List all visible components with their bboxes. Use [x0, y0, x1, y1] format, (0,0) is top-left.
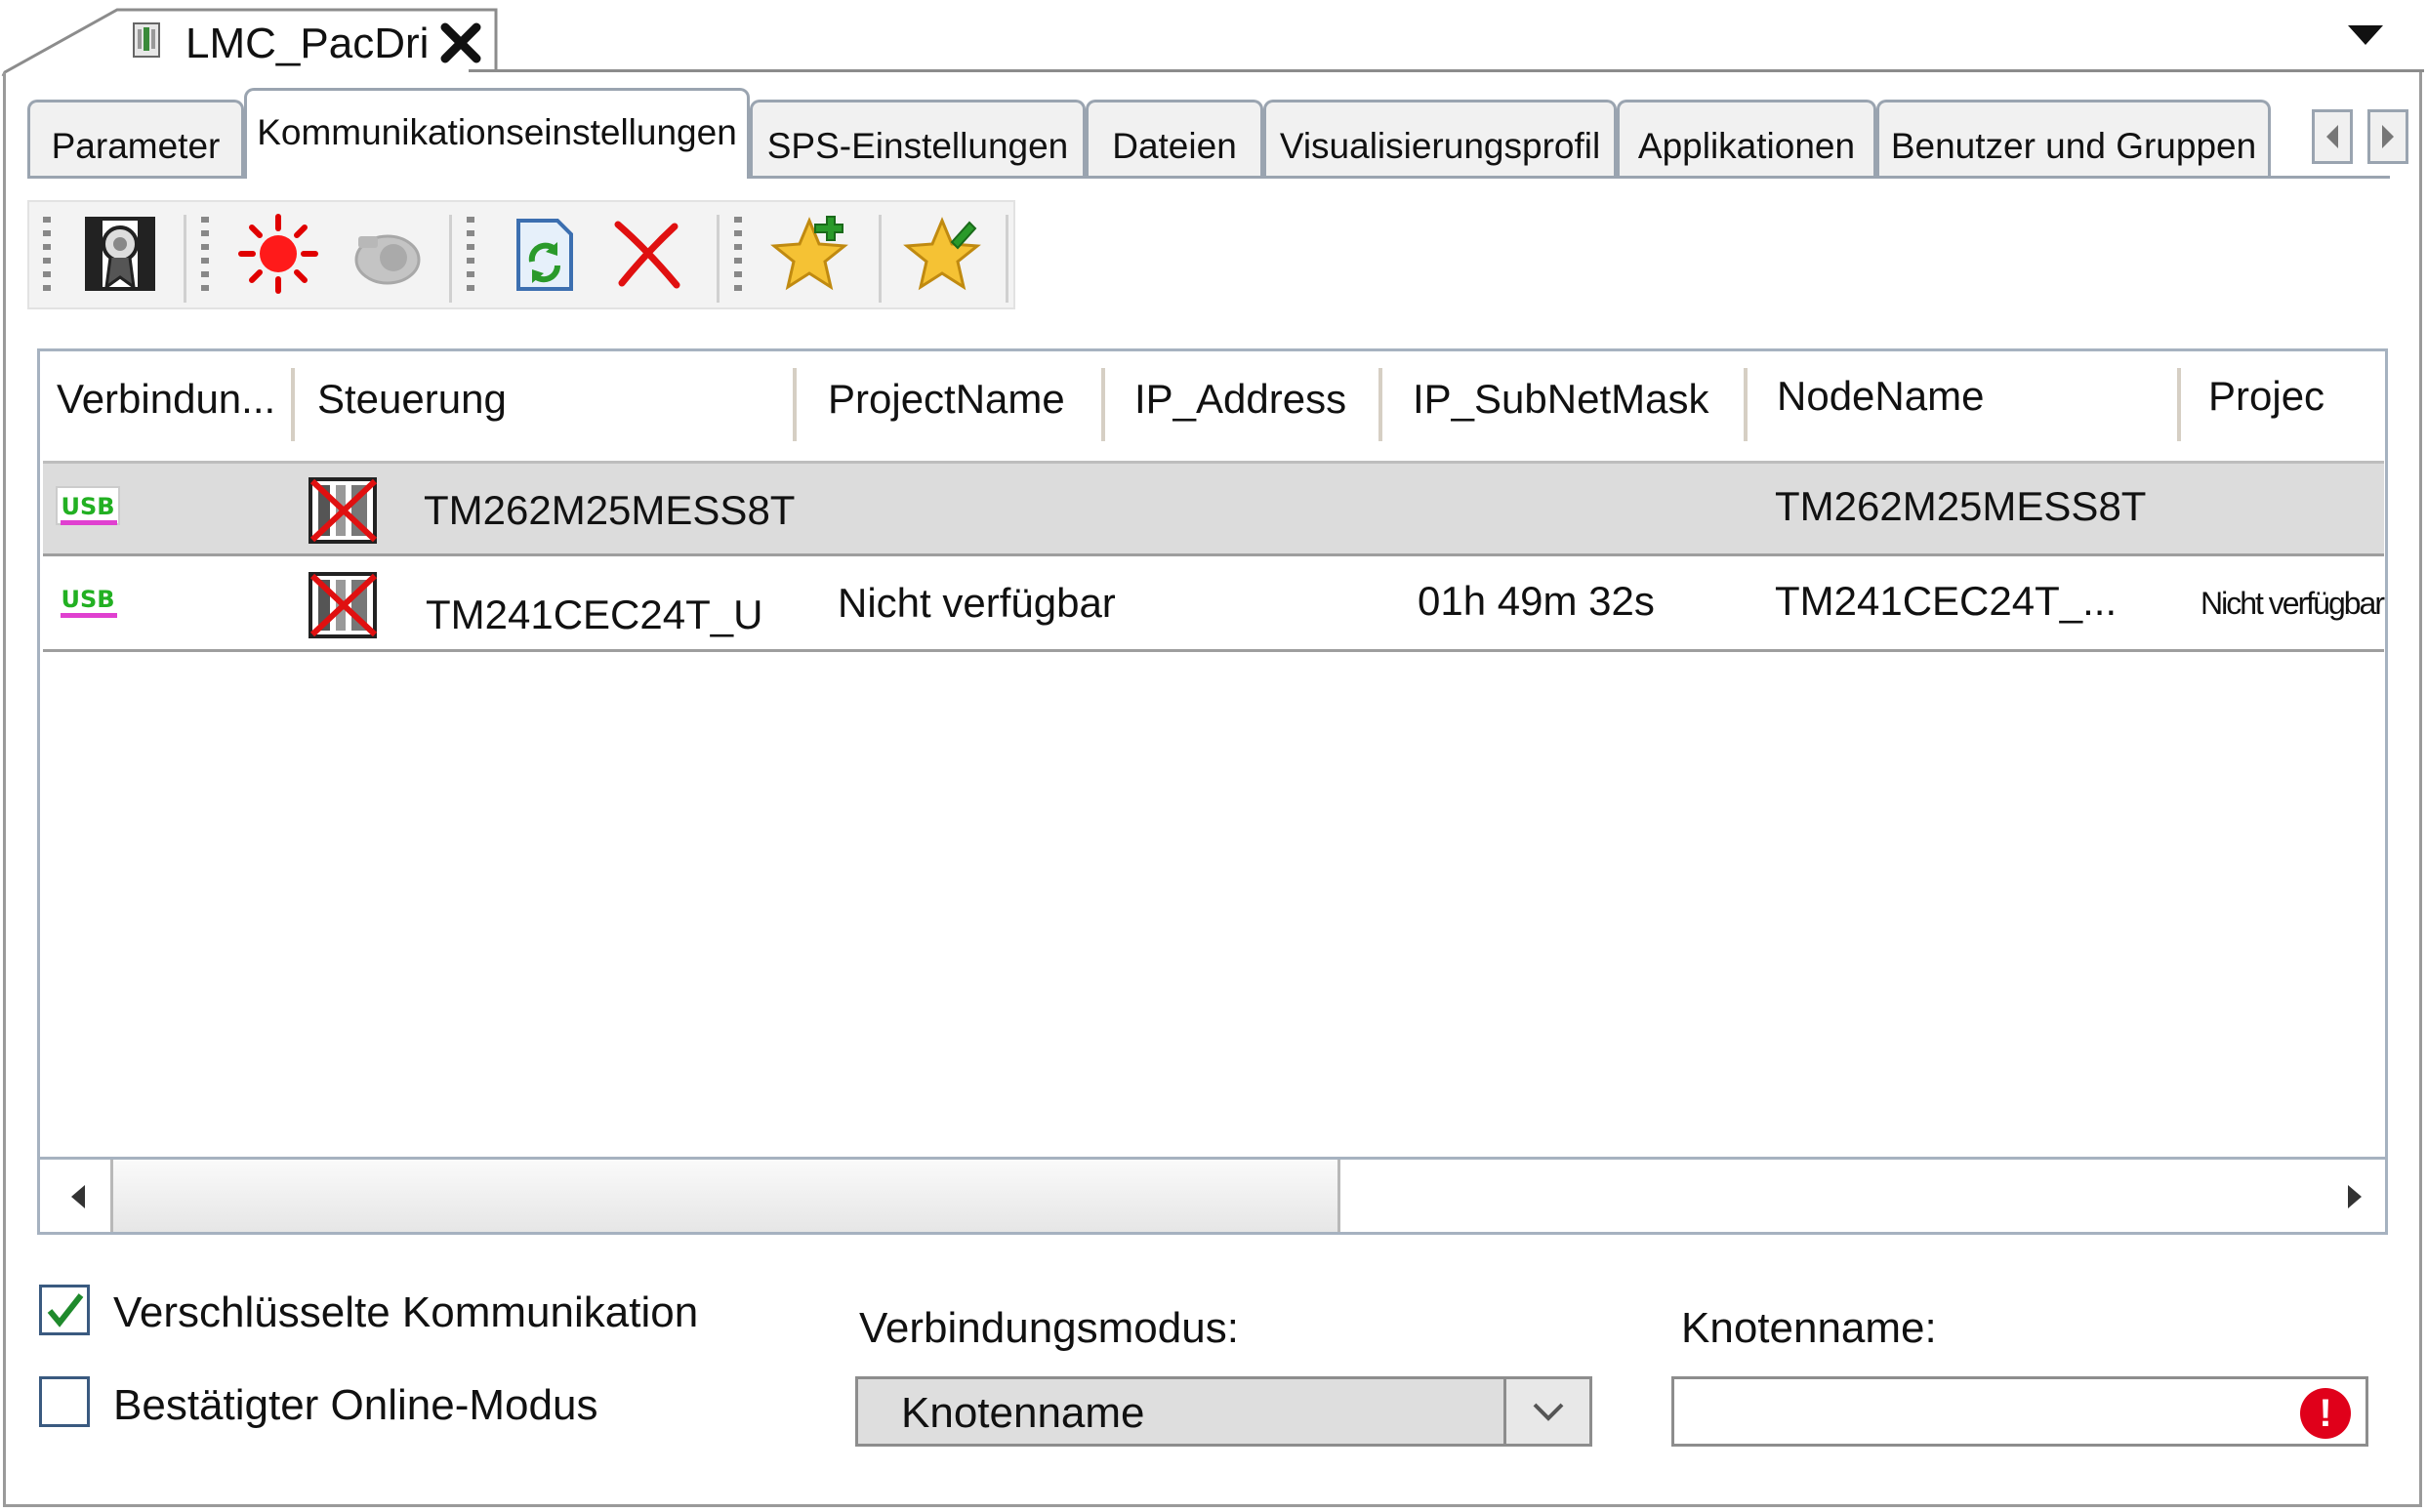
- tab-scroll-right-button[interactable]: [2367, 109, 2408, 164]
- tab-sps-einstellungen[interactable]: SPS-Einstellungen: [750, 100, 1086, 176]
- chevron-down-icon: [1533, 1403, 1563, 1421]
- gray-camera-icon[interactable]: [342, 210, 430, 298]
- cell-projec: Nicht verfügbar: [2201, 586, 2385, 621]
- column-resize-handle[interactable]: [291, 368, 295, 441]
- red-x-icon[interactable]: [603, 210, 691, 298]
- usb-icon: USB: [56, 486, 120, 525]
- toolbar-separator: [449, 215, 452, 303]
- cell-nodename: TM241CEC24T_...: [1775, 578, 2118, 624]
- toolbar-separator: [717, 215, 720, 303]
- column-header-nodename[interactable]: NodeName: [1777, 373, 1984, 420]
- tab-visualisierungsprofil[interactable]: Visualisierungsprofil: [1263, 100, 1617, 176]
- tab-dateien[interactable]: Dateien: [1086, 100, 1263, 176]
- connection-mode-label: Verbindungsmodus:: [859, 1304, 1239, 1352]
- cell-ip-subnetmask: 01h 49m 32s: [1418, 578, 1655, 624]
- toolbar-separator: [879, 215, 882, 303]
- cell-projectname: Nicht verfügbar: [838, 580, 1116, 626]
- chevron-down-icon[interactable]: [2348, 25, 2383, 45]
- scroll-left-icon[interactable]: [69, 1183, 89, 1212]
- column-header-verbindung[interactable]: Verbindun...: [57, 376, 275, 423]
- scrollbar-thumb[interactable]: [110, 1160, 1340, 1232]
- toolbar-separator: [184, 215, 186, 303]
- cell-nodename: TM262M25MESS8T: [1775, 483, 2147, 529]
- certificate-icon[interactable]: [76, 210, 164, 298]
- column-resize-handle[interactable]: [2177, 368, 2181, 441]
- column-header-ip-subnetmask[interactable]: IP_SubNetMask: [1413, 376, 1708, 423]
- toolbar-grip[interactable]: [467, 217, 474, 291]
- column-resize-handle[interactable]: [1744, 368, 1748, 441]
- svg-text:USB: USB: [61, 493, 114, 520]
- close-icon[interactable]: [437, 20, 484, 66]
- node-name-input[interactable]: [1671, 1376, 2368, 1447]
- connection-mode-select[interactable]: Knotenname: [855, 1376, 1592, 1447]
- star-edit-icon[interactable]: [898, 210, 986, 298]
- column-header-projec[interactable]: Projec: [2208, 373, 2324, 420]
- column-header-ip-address[interactable]: IP_Address: [1134, 376, 1346, 423]
- svg-text:USB: USB: [61, 586, 114, 613]
- column-resize-handle[interactable]: [1378, 368, 1382, 441]
- star-add-icon[interactable]: [765, 210, 853, 298]
- column-header-projectname[interactable]: ProjectName: [828, 376, 1065, 423]
- table-row[interactable]: USB TM241CEC24T_U Nicht verfügbar 01h 49…: [43, 556, 2385, 652]
- usb-icon: USB: [56, 579, 120, 618]
- error-icon: !: [2300, 1388, 2351, 1439]
- arrow-left-icon: [2326, 125, 2338, 148]
- toolbar-grip[interactable]: [43, 217, 51, 291]
- arrow-right-icon: [2382, 125, 2394, 148]
- controller-offline-icon: [309, 572, 378, 638]
- table-row[interactable]: USB TM262M25MESS8T TM262M25MESS8T: [43, 461, 2384, 556]
- column-header-steuerung[interactable]: Steuerung: [317, 376, 507, 423]
- encrypted-communication-label: Verschlüsselte Kommunikation: [113, 1288, 699, 1336]
- tab-kommunikationseinstellungen[interactable]: Kommunikationseinstellungen: [244, 88, 750, 179]
- document-tab-title[interactable]: LMC_PacDri: [185, 20, 429, 68]
- confirmed-online-mode-label: Bestätigter Online-Modus: [113, 1381, 598, 1429]
- confirmed-online-mode-checkbox[interactable]: [39, 1376, 90, 1427]
- tab-applikationen[interactable]: Applikationen: [1617, 100, 1876, 176]
- column-resize-handle[interactable]: [1101, 368, 1105, 441]
- connection-mode-dropdown-button[interactable]: [1503, 1379, 1589, 1444]
- toolbar-separator: [1006, 215, 1008, 303]
- refresh-file-icon[interactable]: [500, 210, 588, 298]
- cell-steuerung: TM241CEC24T_U: [426, 592, 763, 637]
- device-file-icon: [133, 22, 160, 58]
- controller-offline-icon: [309, 477, 378, 544]
- scroll-right-icon[interactable]: [2344, 1183, 2364, 1212]
- cell-steuerung: TM262M25MESS8T: [424, 487, 796, 533]
- red-star-burst-icon[interactable]: [234, 210, 322, 298]
- node-name-label: Knotenname:: [1681, 1304, 1937, 1352]
- toolbar-grip[interactable]: [734, 217, 742, 291]
- tab-parameter[interactable]: Parameter: [27, 100, 244, 176]
- encrypted-communication-checkbox[interactable]: [39, 1285, 90, 1335]
- tab-benutzer-und-gruppen[interactable]: Benutzer und Gruppen: [1876, 100, 2271, 176]
- checkmark-icon: [47, 1293, 84, 1328]
- tab-scroll-left-button[interactable]: [2312, 109, 2353, 164]
- connection-mode-value: Knotenname: [901, 1389, 1145, 1437]
- column-resize-handle[interactable]: [793, 368, 797, 441]
- toolbar-grip[interactable]: [201, 217, 209, 291]
